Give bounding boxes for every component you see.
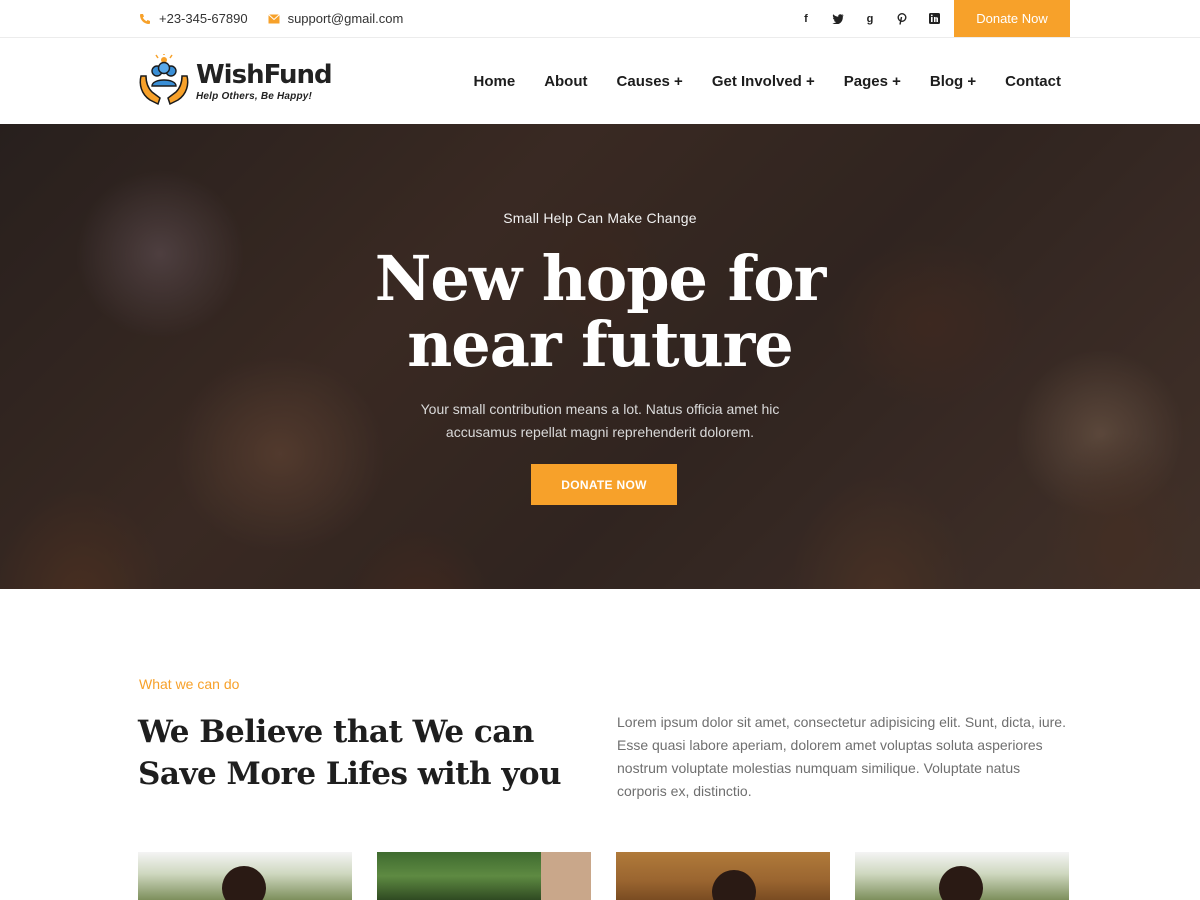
logo-hands-icon bbox=[139, 54, 189, 106]
top-bar: +23-345-67890 support@gmail.com f g Dona… bbox=[0, 0, 1200, 38]
phone-icon bbox=[139, 13, 151, 25]
email-contact[interactable]: support@gmail.com bbox=[267, 11, 404, 26]
brand-name: WishFund bbox=[196, 59, 333, 90]
section-eyebrow: What we can do bbox=[139, 676, 240, 692]
section-description: Lorem ipsum dolor sit amet, consectetur … bbox=[617, 714, 1066, 799]
facebook-icon[interactable]: f bbox=[790, 0, 822, 37]
section-title-line-2: Save More Lifes with you bbox=[138, 756, 562, 792]
hero-banner: Small Help Can Make Change New hope for … bbox=[0, 124, 1200, 589]
social-links: f g bbox=[790, 0, 950, 37]
linkedin-icon[interactable] bbox=[918, 0, 950, 37]
nav-contact[interactable]: Contact bbox=[1005, 73, 1061, 90]
wall-image bbox=[541, 852, 591, 900]
cause-thumbnail[interactable] bbox=[377, 852, 591, 900]
email-address: support@gmail.com bbox=[287, 11, 404, 26]
envelope-icon bbox=[267, 13, 280, 24]
logo[interactable]: WishFund Help Others, Be Happy! bbox=[138, 54, 333, 108]
twitter-icon[interactable] bbox=[822, 0, 854, 37]
brand-tagline: Help Others, Be Happy! bbox=[196, 90, 313, 102]
logo-text: WishFund Help Others, Be Happy! bbox=[196, 59, 333, 102]
nav-blog[interactable]: Blog + bbox=[930, 73, 976, 90]
phone-contact[interactable]: +23-345-67890 bbox=[139, 11, 248, 26]
hero-title-line-1: New hope for bbox=[374, 242, 827, 315]
child-image bbox=[712, 870, 756, 900]
top-donate-button[interactable]: Donate Now bbox=[954, 0, 1070, 37]
hero-subtitle: Your small contribution means a lot. Nat… bbox=[420, 401, 780, 440]
cause-thumbnail[interactable] bbox=[616, 852, 830, 900]
contact-info: +23-345-67890 support@gmail.com bbox=[139, 0, 403, 37]
nav-pages[interactable]: Pages + bbox=[844, 73, 901, 90]
nav-get-involved[interactable]: Get Involved + bbox=[712, 73, 815, 90]
hero-title: New hope for near future bbox=[0, 246, 1200, 378]
hero-donate-button[interactable]: DONATE NOW bbox=[531, 464, 677, 505]
site-header: WishFund Help Others, Be Happy! Home Abo… bbox=[0, 38, 1200, 124]
section-title-line-1: We Believe that We can bbox=[138, 714, 534, 750]
cause-thumbnail[interactable] bbox=[855, 852, 1069, 900]
main-nav: Home About Causes + Get Involved + Pages… bbox=[474, 38, 1062, 124]
child-image bbox=[222, 866, 266, 900]
section-title: We Believe that We can Save More Lifes w… bbox=[138, 711, 578, 795]
phone-number: +23-345-67890 bbox=[159, 11, 248, 26]
google-plus-icon[interactable]: g bbox=[854, 0, 886, 37]
nav-causes[interactable]: Causes + bbox=[617, 73, 683, 90]
nav-about[interactable]: About bbox=[544, 73, 587, 90]
cause-thumbnail[interactable] bbox=[138, 852, 352, 900]
hero-eyebrow: Small Help Can Make Change bbox=[503, 210, 697, 226]
nav-home[interactable]: Home bbox=[474, 73, 516, 90]
hero-title-line-2: near future bbox=[407, 308, 794, 381]
child-image bbox=[939, 866, 983, 900]
pinterest-icon[interactable] bbox=[886, 0, 918, 37]
